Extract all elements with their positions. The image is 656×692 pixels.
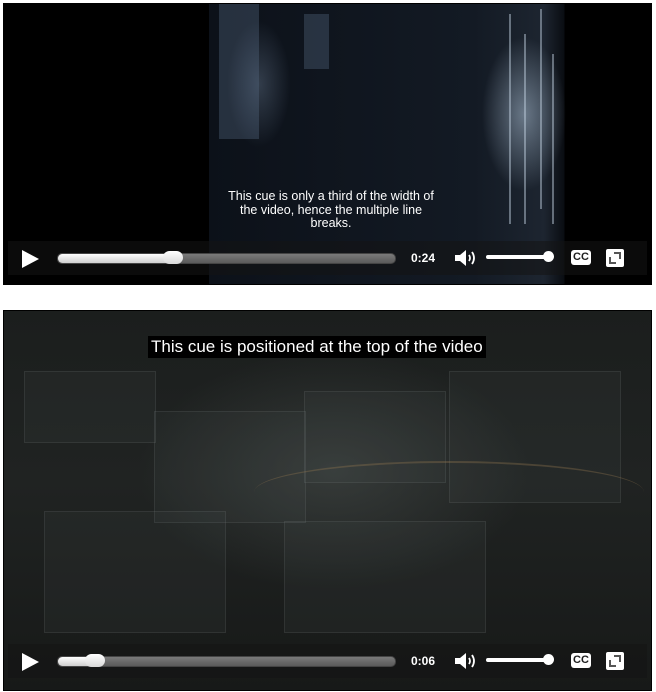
speaker-volume-icon[interactable] xyxy=(454,249,478,267)
seek-progress-fill xyxy=(58,254,173,263)
volume-slider[interactable] xyxy=(486,654,555,665)
scene-detail xyxy=(509,14,511,224)
current-time: 0:06 xyxy=(411,654,436,668)
scene-detail xyxy=(524,34,526,224)
scene-detail xyxy=(24,371,156,443)
control-bar: 0:06 CC xyxy=(8,644,647,678)
control-bar: 0:24 CC xyxy=(8,241,647,275)
seek-slider[interactable] xyxy=(57,654,396,667)
video-player-2[interactable]: This cue is positioned at the top of the… xyxy=(3,310,652,691)
closed-captions-button[interactable]: CC xyxy=(571,653,591,668)
fullscreen-button[interactable] xyxy=(606,249,624,267)
volume-slider[interactable] xyxy=(486,251,555,262)
scene-detail xyxy=(284,521,486,633)
current-time: 0:24 xyxy=(411,251,436,265)
scene-detail xyxy=(219,4,259,139)
seek-thumb[interactable] xyxy=(85,654,106,667)
scene-detail xyxy=(304,14,329,69)
fullscreen-icon xyxy=(614,252,621,259)
scene-detail xyxy=(254,461,644,523)
fullscreen-icon xyxy=(614,655,621,662)
closed-captions-button[interactable]: CC xyxy=(571,250,591,265)
video-frame[interactable] xyxy=(4,311,651,690)
scene-detail xyxy=(44,511,226,633)
scene-detail xyxy=(552,54,554,224)
video-player-1[interactable]: This cue is only a third of the width of… xyxy=(3,3,652,285)
caption-cue: This cue is positioned at the top of the… xyxy=(148,336,486,358)
fullscreen-button[interactable] xyxy=(606,652,624,670)
seek-slider[interactable] xyxy=(57,251,396,264)
scene-detail xyxy=(540,9,542,209)
seek-thumb[interactable] xyxy=(162,251,183,264)
volume-thumb[interactable] xyxy=(543,654,555,665)
speaker-volume-icon[interactable] xyxy=(454,652,478,670)
caption-cue: This cue is only a third of the width of… xyxy=(228,189,434,230)
play-button[interactable] xyxy=(22,250,39,268)
volume-thumb[interactable] xyxy=(543,251,555,262)
play-button[interactable] xyxy=(22,653,39,671)
